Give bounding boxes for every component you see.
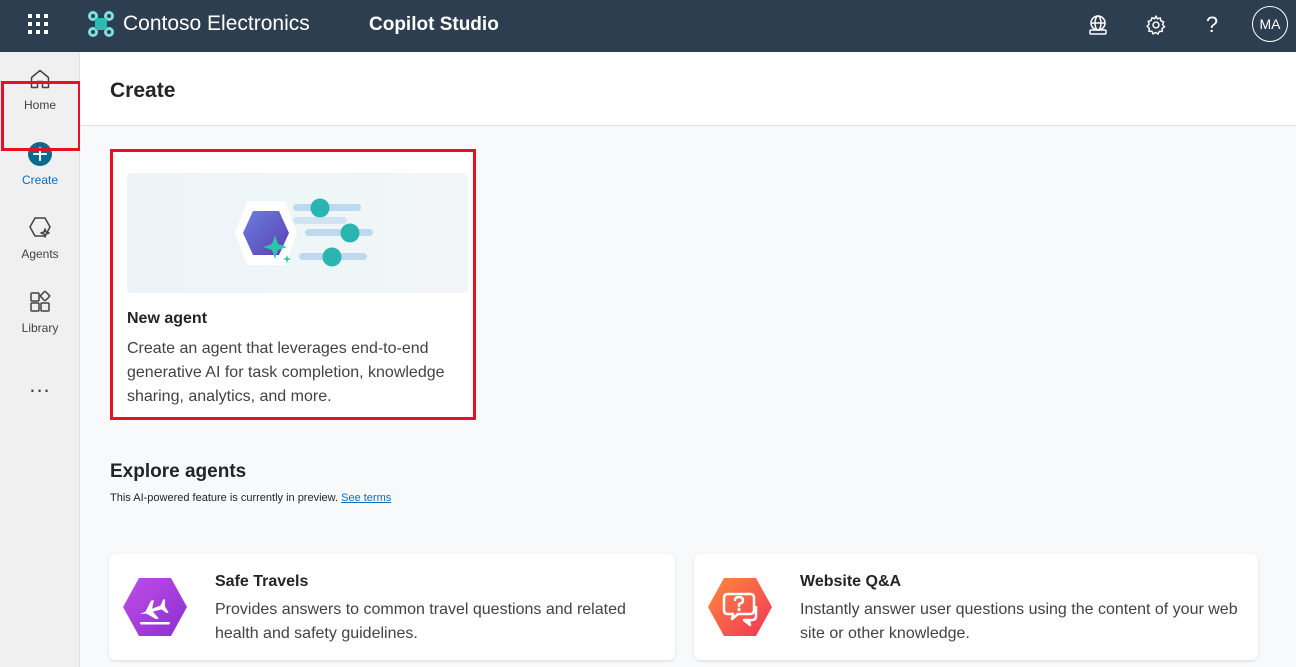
new-agent-title: New agent (127, 310, 208, 327)
see-terms-link[interactable]: See terms (341, 492, 391, 504)
sidebar-item-library[interactable]: Library (0, 279, 80, 349)
new-agent-illustration (127, 173, 468, 293)
sidebar-item-label: Home (23, 98, 56, 112)
sidebar-item-label: Create (21, 173, 59, 187)
page-title: Create (110, 79, 176, 102)
top-bar: Contoso Electronics Copilot Studio ? MA (0, 0, 1296, 52)
explore-agents-subtitle: This AI-powered feature is currently in … (110, 490, 391, 506)
sidebar-item-label: Library (21, 321, 59, 335)
help-glyph: ? (1205, 12, 1219, 37)
product-name[interactable]: Copilot Studio (369, 13, 499, 37)
agent-card-description: Provides answers to common travel questi… (215, 601, 626, 642)
agent-card-safe-travels[interactable]: Safe Travels Provides answers to common … (109, 554, 675, 660)
help-icon[interactable]: ? (1199, 12, 1225, 38)
left-nav-rail: Home Create Agents Library ... (0, 52, 80, 667)
sidebar-item-agents[interactable]: Agents (0, 205, 80, 275)
app-launcher-icon[interactable] (26, 12, 50, 36)
page-header: Create (80, 52, 1296, 126)
main-content: Create New agent Create an agent that le… (80, 52, 1296, 667)
library-icon (27, 289, 53, 315)
sidebar-item-home[interactable]: Home (0, 56, 80, 126)
user-avatar[interactable]: MA (1252, 6, 1288, 42)
new-agent-description: Create an agent that leverages end-to-en… (127, 340, 445, 405)
plus-circle-icon (27, 141, 53, 167)
new-agent-card[interactable]: New agent Create an agent that leverages… (110, 149, 476, 420)
brand-name: Contoso Electronics (123, 12, 310, 35)
environment-globe-icon[interactable] (1085, 12, 1111, 38)
sidebar-item-create[interactable]: Create (0, 131, 80, 201)
agents-icon (27, 215, 53, 241)
home-icon (27, 66, 53, 92)
question-chat-icon (708, 576, 772, 638)
agent-card-title: Website Q&A (800, 573, 902, 590)
agent-card-website-qa[interactable]: Website Q&A Instantly answer user questi… (694, 554, 1258, 660)
more-options-icon[interactable]: ... (26, 374, 54, 398)
airplane-icon (123, 576, 187, 638)
agent-card-description: Instantly answer user questions using th… (800, 601, 1238, 642)
brand-logo-icon (87, 10, 115, 38)
agent-card-title: Safe Travels (215, 573, 309, 590)
settings-gear-icon[interactable] (1143, 12, 1169, 38)
preview-notice: This AI-powered feature is currently in … (110, 492, 339, 504)
explore-agents-heading: Explore agents (110, 461, 247, 482)
sidebar-item-label: Agents (21, 247, 59, 261)
